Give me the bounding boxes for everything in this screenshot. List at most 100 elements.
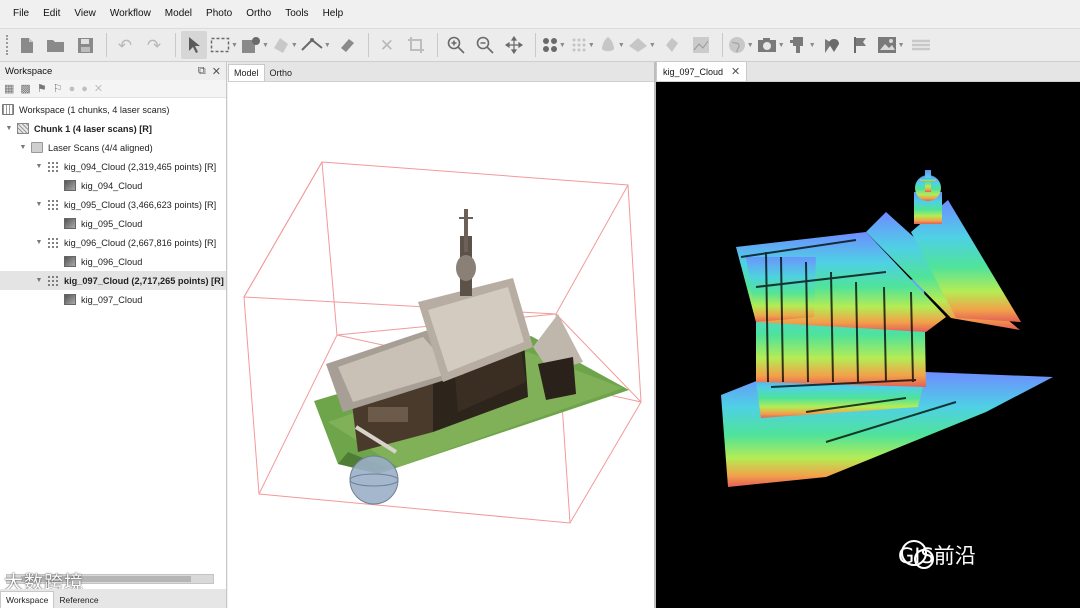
image-icon[interactable]: ▼ — [877, 31, 905, 59]
expand-arrow-icon[interactable]: ▼ — [34, 163, 44, 170]
workspace-bottom-tabs: Workspace Reference — [0, 589, 226, 608]
expand-arrow-icon[interactable]: ▼ — [34, 277, 44, 284]
menu-model[interactable]: Model — [158, 0, 199, 28]
toolbar-separator — [367, 33, 369, 57]
zoom-in-icon[interactable] — [443, 31, 469, 59]
folder-icon — [31, 142, 43, 153]
wechat-watermark: GIS前沿 — [898, 540, 976, 570]
shape-icon[interactable]: ▼ — [272, 31, 298, 59]
disable-icon[interactable]: ● — [81, 83, 88, 95]
tab-model[interactable]: Model — [228, 64, 265, 81]
watermark-text-right: GIS前沿 — [898, 544, 976, 568]
dem-icon[interactable] — [688, 31, 714, 59]
tree-chunk[interactable]: ▼ Chunk 1 (4 laser scans) [R] — [0, 119, 226, 138]
shaded-model-icon[interactable]: ▼ — [599, 31, 625, 59]
workspace-panel: Workspace ⧉ ✕ ▦ ▩ ⚑ ⚐ ● ● ✕ Workspace (1… — [0, 62, 227, 608]
scan-image-icon — [64, 256, 76, 267]
flag-icon[interactable] — [848, 31, 874, 59]
save-icon[interactable] — [72, 31, 98, 59]
enable-icon[interactable]: ● — [69, 83, 76, 95]
close-panel-icon[interactable]: ✕ — [212, 65, 221, 78]
navigation-icon[interactable] — [181, 31, 207, 59]
menu-view[interactable]: View — [67, 0, 103, 28]
model-view-tabs: Model Ortho — [228, 62, 654, 82]
ruler-icon[interactable]: ▼ — [301, 31, 331, 59]
menu-ortho[interactable]: Ortho — [239, 0, 278, 28]
tree-scan-cloud[interactable]: ▼ kig_096_Cloud (2,667,816 points) [R] — [0, 233, 226, 252]
undo-icon[interactable]: ↶ — [112, 31, 138, 59]
tree-scan-image[interactable]: kig_097_Cloud — [0, 290, 226, 309]
toolbar-separator — [534, 33, 536, 57]
open-icon[interactable] — [43, 31, 69, 59]
cloud-view-tabs: kig_097_Cloud ✕ — [656, 61, 1080, 82]
model-scene[interactable] — [228, 82, 654, 608]
close-tab-icon[interactable]: ✕ — [731, 65, 740, 78]
show-points-icon[interactable]: ▼ — [541, 31, 567, 59]
point-cloud-icon — [47, 275, 59, 286]
crop-icon[interactable] — [403, 31, 429, 59]
layers-icon[interactable] — [908, 31, 934, 59]
tree-scan-cloud[interactable]: ▼ kig_094_Cloud (2,319,465 points) [R] — [0, 157, 226, 176]
float-panel-icon[interactable]: ⧉ — [198, 65, 206, 78]
tree-scan-cloud[interactable]: ▼ kig_095_Cloud (3,466,623 points) [R] — [0, 195, 226, 214]
tree-scan-image[interactable]: kig_095_Cloud — [0, 214, 226, 233]
tab-ortho[interactable]: Ortho — [265, 65, 298, 81]
model-viewport[interactable] — [228, 82, 654, 608]
tiled-model-icon[interactable] — [659, 31, 685, 59]
toolbar: ↶ ↷ ▼ ▼ ▼ ▼ ✕ ▼ ▼ ▼ ▼ ▼ ▼ ▼ ▼ — [0, 28, 1080, 62]
remove-icon[interactable]: ✕ — [94, 82, 103, 95]
move-object-icon[interactable] — [501, 31, 527, 59]
tab-reference[interactable]: Reference — [54, 592, 103, 608]
expand-arrow-icon[interactable]: ▼ — [34, 239, 44, 246]
toolbar-grip[interactable] — [6, 35, 10, 55]
scanner-position-sphere[interactable] — [349, 455, 399, 505]
menu-help[interactable]: Help — [316, 0, 351, 28]
tree-scan-cloud-selected[interactable]: ▼ kig_097_Cloud (2,717,265 points) [R] — [0, 271, 226, 290]
show-cameras-icon[interactable]: ▼ — [570, 31, 596, 59]
tab-workspace[interactable]: Workspace — [0, 591, 55, 608]
tree-scan-image[interactable]: kig_094_Cloud — [0, 176, 226, 195]
laser-scan-icon[interactable]: ▼ — [788, 31, 816, 59]
delete-icon[interactable]: ✕ — [374, 31, 400, 59]
globe-icon[interactable]: ▼ — [728, 31, 754, 59]
menu-photo[interactable]: Photo — [199, 0, 239, 28]
cloud-viewport[interactable] — [656, 82, 1080, 608]
add-markers-icon[interactable]: ⚐ — [53, 82, 63, 95]
solid-model-icon[interactable]: ▼ — [628, 31, 656, 59]
menu-file[interactable]: File — [6, 0, 36, 28]
rectangle-selection-icon[interactable]: ▼ — [210, 31, 238, 59]
expand-arrow-icon[interactable]: ▼ — [18, 144, 28, 151]
tree-laser-scans-folder[interactable]: ▼ Laser Scans (4/4 aligned) — [0, 138, 226, 157]
markers-icon[interactable] — [819, 31, 845, 59]
tree-workspace-root[interactable]: Workspace (1 chunks, 4 laser scans) — [0, 100, 226, 119]
menu-workflow[interactable]: Workflow — [103, 0, 158, 28]
menu-bar: File Edit View Workflow Model Photo Orth… — [0, 0, 1080, 28]
tools-icon[interactable]: ▼ — [241, 31, 269, 59]
add-folder-icon[interactable]: ⚑ — [37, 82, 47, 95]
chunk-icon — [17, 123, 29, 134]
tree-scan-image[interactable]: kig_096_Cloud — [0, 252, 226, 271]
add-chunk-icon[interactable]: ▦ — [4, 82, 14, 95]
point-cloud-icon — [47, 199, 59, 210]
zoom-out-icon[interactable] — [472, 31, 498, 59]
colored-point-cloud[interactable] — [656, 82, 1080, 608]
workspace-icon — [2, 104, 14, 115]
toolbar-separator — [106, 33, 107, 57]
toolbar-separator — [721, 33, 723, 57]
tab-kig-097-cloud[interactable]: kig_097_Cloud ✕ — [656, 61, 748, 81]
new-icon[interactable] — [14, 31, 40, 59]
toolbar-separator — [436, 33, 438, 57]
workspace-title: Workspace — [5, 65, 53, 77]
scan-image-icon — [64, 218, 76, 229]
eraser-icon[interactable] — [334, 31, 360, 59]
menu-edit[interactable]: Edit — [36, 0, 67, 28]
camera-icon[interactable]: ▼ — [757, 31, 785, 59]
workspace-tree: Workspace (1 chunks, 4 laser scans) ▼ Ch… — [0, 98, 226, 309]
menu-tools[interactable]: Tools — [278, 0, 315, 28]
redo-icon[interactable]: ↷ — [141, 31, 167, 59]
toolbar-separator — [175, 33, 176, 57]
add-photos-icon[interactable]: ▩ — [20, 82, 30, 95]
expand-arrow-icon[interactable]: ▼ — [4, 125, 14, 132]
expand-arrow-icon[interactable]: ▼ — [34, 201, 44, 208]
point-cloud-elevation — [721, 170, 1053, 487]
